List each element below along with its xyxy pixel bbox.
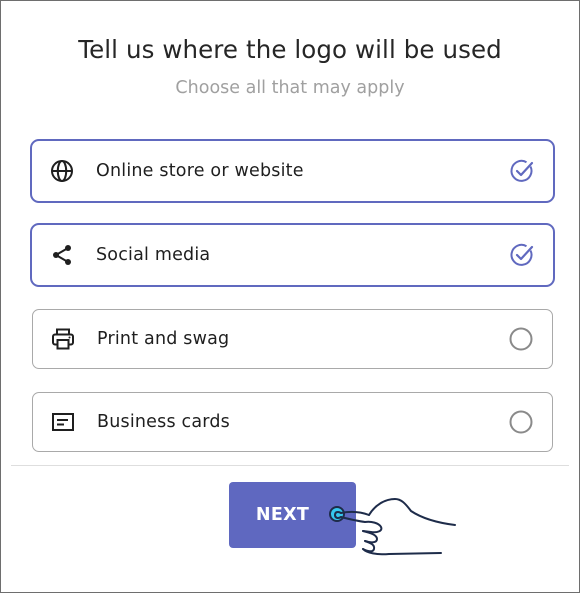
option-print-swag[interactable]: Print and swag: [32, 309, 553, 369]
option-label: Online store or website: [96, 161, 304, 181]
card-icon: [52, 413, 74, 431]
option-label: Social media: [96, 245, 211, 265]
page-title: Tell us where the logo will be used: [78, 35, 502, 64]
option-label: Print and swag: [97, 329, 230, 349]
page-subtitle: Choose all that may apply: [175, 78, 405, 98]
next-button-label: NEXT: [255, 505, 310, 525]
option-business-cards[interactable]: Business cards: [32, 392, 553, 452]
option-social-media[interactable]: Social media: [30, 223, 555, 287]
globe-icon: [51, 160, 73, 182]
unchecked-circle-icon[interactable]: [508, 409, 534, 435]
pointing-hand-icon: [334, 498, 456, 556]
option-online-store[interactable]: Online store or website: [30, 139, 555, 203]
unchecked-circle-icon[interactable]: [508, 326, 534, 352]
footer-divider: [11, 465, 569, 466]
check-circle-icon[interactable]: [509, 242, 535, 268]
share-icon: [53, 245, 71, 265]
logo-usage-dialog: Tell us where the logo will be used Choo…: [0, 0, 580, 593]
option-label: Business cards: [97, 412, 230, 432]
check-circle-icon[interactable]: [509, 158, 535, 184]
printer-icon: [52, 328, 74, 350]
